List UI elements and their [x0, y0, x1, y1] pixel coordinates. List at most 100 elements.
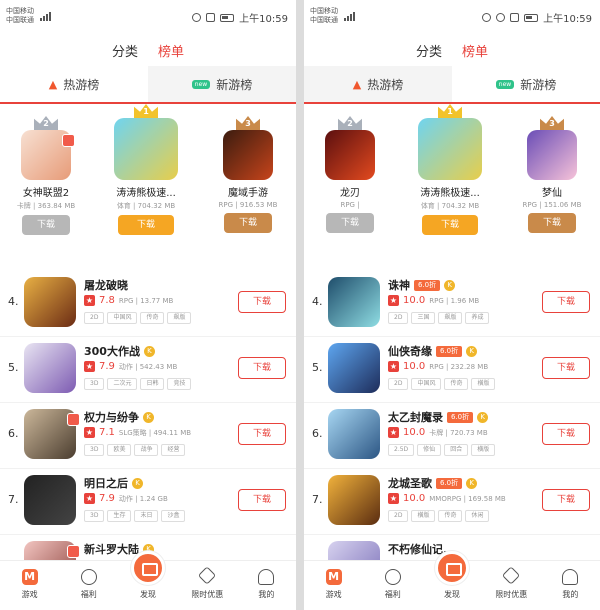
download-button[interactable]: 下载	[326, 213, 374, 233]
nav-me[interactable]: 我的	[541, 561, 600, 610]
status-right: 上午10:59	[192, 10, 288, 25]
download-button[interactable]: 下载	[542, 291, 590, 313]
game-meta: 动作 | 1.24 GB	[118, 494, 168, 503]
download-button[interactable]: 下载	[238, 489, 286, 511]
podium-item[interactable]: 3 梦仙 RPG | 151.06 MB 下载	[516, 116, 588, 233]
tag: 经营	[161, 444, 186, 456]
download-button[interactable]: 下载	[422, 215, 478, 235]
game-icon	[418, 118, 482, 180]
download-button[interactable]: 下载	[542, 489, 590, 511]
tab-hot-games[interactable]: ▲ 热游榜	[304, 66, 452, 102]
nav-discover-label: 发现	[140, 590, 156, 599]
game-rating: ★ 7.1 SLG策略 | 494.11 MB	[84, 427, 191, 438]
tag: 生存	[107, 510, 132, 522]
tab-new-games[interactable]: new 新游榜	[452, 66, 600, 102]
top3-podium: 2 女神联盟2 卡牌 | 363.84 MB 下载 1 涛涛熊极速... 体育 …	[0, 104, 296, 239]
game-title: 明日之后 K	[84, 475, 143, 491]
carrier-2: 中国联通	[6, 16, 34, 24]
nav-games-label: 游戏	[325, 590, 342, 599]
list-item[interactable]: 5. 300大作战 K ★ 7.9 动作 | 542.43 MB 3D 二次元 日韩 竞技 …	[0, 337, 296, 403]
nav-discover[interactable]: 发现	[422, 551, 481, 610]
k-badge-icon: K	[132, 477, 143, 489]
signal-icon	[344, 12, 355, 21]
vibrate-icon	[510, 13, 520, 22]
game-name: 龙城圣歌	[388, 477, 432, 490]
podium-item[interactable]: 2 龙刃 RPG | 下载	[318, 116, 382, 233]
game-meta: 体育 | 704.32 MB	[116, 202, 176, 210]
clock: 上午10:59	[239, 14, 288, 25]
nav-welfare[interactable]: 福利	[363, 561, 422, 610]
download-button[interactable]: 下载	[224, 213, 272, 233]
rank-number: 5.	[312, 361, 323, 374]
game-meta: 动作 | 542.43 MB	[118, 362, 178, 371]
list-item[interactable]: 5. 仙侠奇缘 6.0折 K ★ 10.0 RPG | 232.28 MB 2D 中国风传…	[304, 337, 600, 403]
game-name: 龙刃	[340, 188, 360, 199]
tag: 横版	[471, 378, 496, 390]
discount-badge: 6.0折	[447, 411, 474, 423]
game-icon	[328, 475, 380, 525]
list-item[interactable]: 7. 龙城圣歌 6.0折 K ★ 10.0 MMORPG | 169.58 MB 2D 横…	[304, 469, 600, 535]
game-meta: RPG |	[340, 201, 360, 209]
tag-list: 2D 中国风 传奇 飙版	[84, 312, 192, 324]
score: 7.1	[99, 427, 115, 438]
download-button[interactable]: 下载	[118, 215, 174, 235]
download-button[interactable]: 下载	[238, 357, 286, 379]
game-meta: RPG | 1.96 MB	[429, 296, 480, 305]
nav-games[interactable]: M 游戏	[0, 561, 59, 610]
download-button[interactable]: 下载	[238, 291, 286, 313]
gift-icon	[62, 134, 75, 147]
download-button[interactable]: 下载	[528, 213, 576, 233]
discount-badge: 6.0折	[436, 477, 463, 489]
vibrate-icon	[206, 13, 216, 22]
tag: 沙盒	[161, 510, 186, 522]
list-item[interactable]: 6. 太乙封魔录 6.0折 K ★ 10.0 卡牌 | 720.73 MB 2.5D 修仙…	[304, 403, 600, 469]
game-name: 仙侠奇缘	[388, 345, 432, 358]
game-name: 明日之后	[84, 477, 128, 490]
ranking-subtabs: ▲ 热游榜 new 新游榜	[304, 66, 600, 104]
nav-welfare[interactable]: 福利	[59, 561, 118, 610]
list-item[interactable]: 4. 屠龙破晓 ★ 7.8 RPG | 13.77 MB 2D 中国风 传奇 飙版 下载	[0, 271, 296, 337]
nav-deals[interactable]: 限时优惠	[178, 561, 237, 610]
tab-hot-games[interactable]: ▲ 热游榜	[0, 66, 148, 102]
podium-item[interactable]: 1 涛涛熊极速... 体育 | 704.32 MB 下载	[412, 104, 488, 235]
game-rating: ★ 7.9 动作 | 542.43 MB	[84, 361, 177, 372]
tab-ranking[interactable]: 榜单	[158, 41, 184, 60]
list-item[interactable]: 6. 权力与纷争 K ★ 7.1 SLG策略 | 494.11 MB 3D 欧美 战争 经营…	[0, 403, 296, 469]
tab-new-games[interactable]: new 新游榜	[148, 66, 296, 102]
download-button[interactable]: 下载	[238, 423, 286, 445]
nav-discover[interactable]: 发现	[118, 551, 177, 610]
tab-category[interactable]: 分类	[416, 41, 442, 60]
carrier-1: 中国移动	[6, 7, 34, 15]
tag: 末日	[134, 510, 159, 522]
tab-new-label: 新游榜	[216, 77, 253, 92]
battery-icon	[524, 13, 539, 22]
tag: 飙版	[167, 312, 192, 324]
podium-item[interactable]: 2 女神联盟2 卡牌 | 363.84 MB 下载	[14, 116, 78, 235]
nav-deals-label: 限时优惠	[191, 590, 224, 599]
status-bar: 中国移动 中国联通 上午10:59	[0, 0, 296, 34]
tag: 3D	[84, 510, 105, 522]
crown-icon: 1	[134, 104, 158, 118]
clock: 上午10:59	[543, 14, 592, 25]
nav-games[interactable]: M 游戏	[304, 561, 363, 610]
alarm-icon	[482, 13, 492, 22]
list-item[interactable]: 7. 明日之后 K ★ 7.9 动作 | 1.24 GB 3D 生存 末日 沙盒 下载	[0, 469, 296, 535]
podium-item[interactable]: 1 涛涛熊极速... 体育 | 704.32 MB 下载	[108, 104, 184, 235]
download-button[interactable]: 下载	[542, 423, 590, 445]
game-meta: 卡牌 | 720.73 MB	[429, 428, 488, 437]
game-icon	[21, 130, 75, 180]
nav-deals-label: 限时优惠	[495, 590, 528, 599]
tag: 休闲	[465, 510, 490, 522]
nav-me[interactable]: 我的	[237, 561, 296, 610]
tag: 战争	[134, 444, 159, 456]
list-item[interactable]: 4. 诛神 6.0折 K ★ 10.0 RPG | 1.96 MB 2D 三国 飙版 养成 下…	[304, 271, 600, 337]
game-rating: ★ 10.0 卡牌 | 720.73 MB	[388, 427, 488, 438]
tab-ranking[interactable]: 榜单	[462, 41, 488, 60]
game-title: 权力与纷争 K	[84, 409, 154, 425]
download-button[interactable]: 下载	[22, 215, 70, 235]
podium-item[interactable]: 3 魔域手游 RPG | 916.53 MB 下载	[212, 116, 284, 233]
download-button[interactable]: 下载	[542, 357, 590, 379]
nav-deals[interactable]: 限时优惠	[482, 561, 541, 610]
tab-category[interactable]: 分类	[112, 41, 138, 60]
star-icon: ★	[84, 493, 95, 504]
